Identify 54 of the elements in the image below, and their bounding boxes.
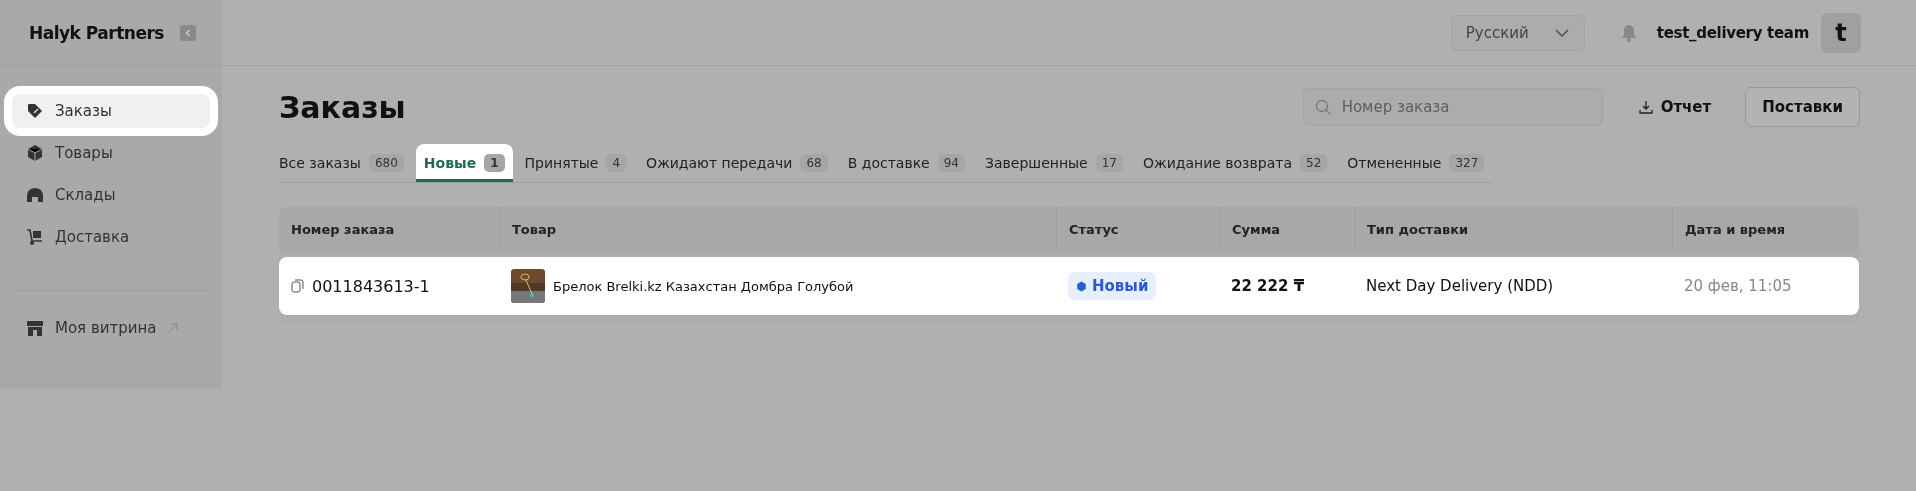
hand-truck-icon (26, 228, 44, 246)
tab-count: 52 (1300, 154, 1328, 172)
language-select[interactable]: Русский (1450, 14, 1585, 51)
tab[interactable]: В доставке 94 (839, 144, 973, 182)
tab-count: 68 (800, 154, 828, 172)
storefront-link[interactable]: Моя витрина (12, 311, 210, 345)
download-icon (1638, 100, 1653, 114)
user-name: test_delivery team (1656, 23, 1809, 42)
order-number: 0011843613-1 (312, 276, 430, 296)
delivery-type: Next Day Delivery (NDD) (1366, 277, 1554, 295)
storefront-icon (26, 319, 44, 337)
order-row[interactable]: 0011843613-1 Брелок Brelki.kz Казахстан Домбра Голубой Новый 22 222 ₸ Next Day Delivery (NDD) 20 фев, 11:05 (279, 257, 1859, 315)
tab[interactable]: Ожидание возврата 52 (1135, 144, 1336, 182)
tab[interactable]: Все заказы 680 (279, 144, 412, 182)
tab-count: 1 (484, 154, 505, 172)
supplies-button[interactable]: Поставки (1745, 87, 1860, 127)
nav-item[interactable]: Товары (12, 136, 210, 170)
nav-item[interactable]: Доставка (12, 220, 210, 254)
collapse-button[interactable] (180, 24, 196, 41)
tab-count: 680 (368, 154, 404, 172)
order-sum: 22 222 ₸ (1231, 277, 1305, 295)
tab-count: 94 (937, 154, 965, 172)
search-icon (1314, 99, 1331, 115)
chevron-left-icon (185, 28, 191, 37)
tab-count: 17 (1095, 154, 1123, 172)
chevron-down-icon (1553, 27, 1570, 38)
column-header: Сумма (1219, 207, 1354, 251)
tab[interactable]: Новые 1 (415, 144, 513, 182)
warehouse-icon (26, 186, 44, 204)
external-arrow-icon (167, 323, 178, 333)
copy-icon[interactable] (291, 279, 304, 293)
box-icon (26, 144, 44, 162)
tab-count: 327 (1449, 154, 1485, 172)
product-name: Брелок Brelki.kz Казахстан Домбра Голубой (553, 278, 854, 294)
tab[interactable]: Завершенные 17 (977, 144, 1131, 182)
column-header: Тип доставки (1354, 207, 1672, 251)
user-avatar[interactable]: t (1821, 12, 1861, 53)
column-header: Статус (1056, 207, 1219, 251)
search-field[interactable]: Номер заказа (1302, 88, 1603, 126)
tab[interactable]: Принятые 4 (516, 144, 635, 182)
tab[interactable]: Отмененные 327 (1339, 144, 1493, 182)
column-header: Номер заказа (290, 220, 396, 239)
bell-icon[interactable] (1620, 23, 1637, 42)
page-title: Заказы (279, 89, 407, 125)
tag-icon (26, 102, 44, 120)
column-header: Дата и время (1672, 207, 1859, 251)
nav-item[interactable]: Склады (12, 178, 210, 212)
report-button[interactable]: Отчет (1632, 97, 1718, 117)
tab-count: 4 (606, 154, 627, 172)
brand-name: Halyk Partners (29, 22, 164, 43)
tab[interactable]: Ожидают передачи 68 (638, 144, 836, 182)
order-date: 20 фев, 11:05 (1684, 277, 1792, 295)
column-header: Товар (499, 207, 1056, 251)
status-badge: Новый (1068, 272, 1157, 300)
